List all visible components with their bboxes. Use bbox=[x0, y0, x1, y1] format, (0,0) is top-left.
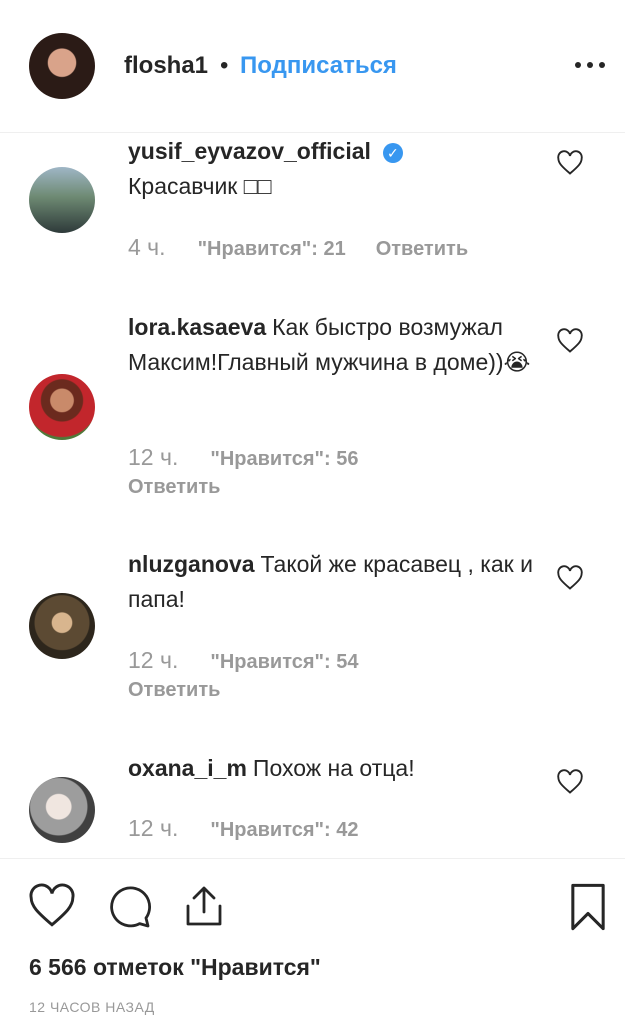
bookmark-icon[interactable] bbox=[566, 881, 610, 933]
comment-time[interactable]: 12 ч. bbox=[128, 815, 178, 841]
reply-button[interactable]: Ответить bbox=[128, 679, 220, 702]
likes-count[interactable]: 6 566 отметок "Нравится" bbox=[29, 954, 321, 981]
comment-body: lora.kasaeva Как быстро возмужал Максим!Г… bbox=[128, 310, 538, 380]
comment-item: yusif_eyvazov_official ✓ Красавчик □□ 4 ч… bbox=[0, 134, 625, 284]
comment-bubble-icon[interactable] bbox=[104, 883, 154, 931]
comment-item: nluzganova Такой же красавец , как и папа… bbox=[0, 547, 625, 707]
comment-body: yusif_eyvazov_official ✓ Красавчик □□ bbox=[128, 134, 538, 204]
commenter-username[interactable]: lora.kasaeva bbox=[128, 314, 266, 340]
comment-likes[interactable]: "Нравится": 21 bbox=[198, 238, 346, 260]
comment-meta: 12 ч. "Нравится": 56 bbox=[128, 444, 388, 471]
author-avatar[interactable] bbox=[29, 33, 95, 99]
comment-like-heart-icon[interactable] bbox=[556, 328, 584, 354]
comment-likes[interactable]: "Нравится": 42 bbox=[210, 819, 358, 841]
reply-button[interactable]: Ответить bbox=[376, 238, 468, 260]
separator-dot: • bbox=[220, 52, 229, 79]
comment-likes[interactable]: "Нравится": 56 bbox=[210, 448, 358, 470]
reply-button[interactable]: Ответить bbox=[128, 476, 220, 499]
commenter-avatar[interactable] bbox=[29, 777, 95, 843]
comment-meta: 12 ч. "Нравится": 42 bbox=[128, 815, 388, 842]
like-heart-icon[interactable] bbox=[27, 883, 77, 929]
comment-body: nluzganova Такой же красавец , как и папа… bbox=[128, 547, 538, 617]
post-timestamp[interactable]: 12 ЧАСОВ НАЗАД bbox=[29, 999, 155, 1015]
commenter-avatar[interactable] bbox=[29, 593, 95, 659]
comment-time[interactable]: 12 ч. bbox=[128, 647, 178, 673]
comment-text: Похож на отца! bbox=[252, 755, 415, 781]
comment-like-heart-icon[interactable] bbox=[556, 769, 584, 795]
verified-badge-icon: ✓ bbox=[382, 142, 403, 163]
comment-body: oxana_i_m Похож на отца! bbox=[128, 751, 538, 786]
comment-text: Красавчик □□ bbox=[128, 173, 272, 199]
commenter-username[interactable]: oxana_i_m bbox=[128, 755, 247, 781]
comment-time[interactable]: 4 ч. bbox=[128, 234, 166, 260]
comment-like-heart-icon[interactable] bbox=[556, 150, 584, 176]
commenter-username[interactable]: nluzganova bbox=[128, 551, 255, 577]
commenter-username[interactable]: yusif_eyvazov_official bbox=[128, 138, 371, 164]
post-header: flosha1 • Подписаться bbox=[0, 0, 625, 133]
comment-item: lora.kasaeva Как быстро возмужал Максим!Г… bbox=[0, 310, 625, 510]
share-icon[interactable] bbox=[180, 881, 228, 931]
comments-list[interactable]: yusif_eyvazov_official ✓ Красавчик □□ 4 ч… bbox=[0, 134, 625, 858]
commenter-avatar[interactable] bbox=[29, 167, 95, 233]
comment-meta: 12 ч. "Нравится": 54 bbox=[128, 647, 388, 674]
comment-item: oxana_i_m Похож на отца! 12 ч. "Нравится":… bbox=[0, 751, 625, 858]
commenter-avatar[interactable] bbox=[29, 374, 95, 440]
follow-button[interactable]: Подписаться bbox=[240, 52, 397, 80]
comment-likes[interactable]: "Нравится": 54 bbox=[210, 651, 358, 673]
comment-time[interactable]: 12 ч. bbox=[128, 444, 178, 470]
comment-like-heart-icon[interactable] bbox=[556, 565, 584, 591]
more-options-icon[interactable] bbox=[572, 50, 608, 80]
author-username[interactable]: flosha1 bbox=[124, 52, 208, 80]
post-actions: 6 566 отметок "Нравится" 12 ЧАСОВ НАЗАД bbox=[0, 858, 625, 1015]
comment-meta: 4 ч. "Нравится": 21 Ответить bbox=[128, 234, 468, 261]
